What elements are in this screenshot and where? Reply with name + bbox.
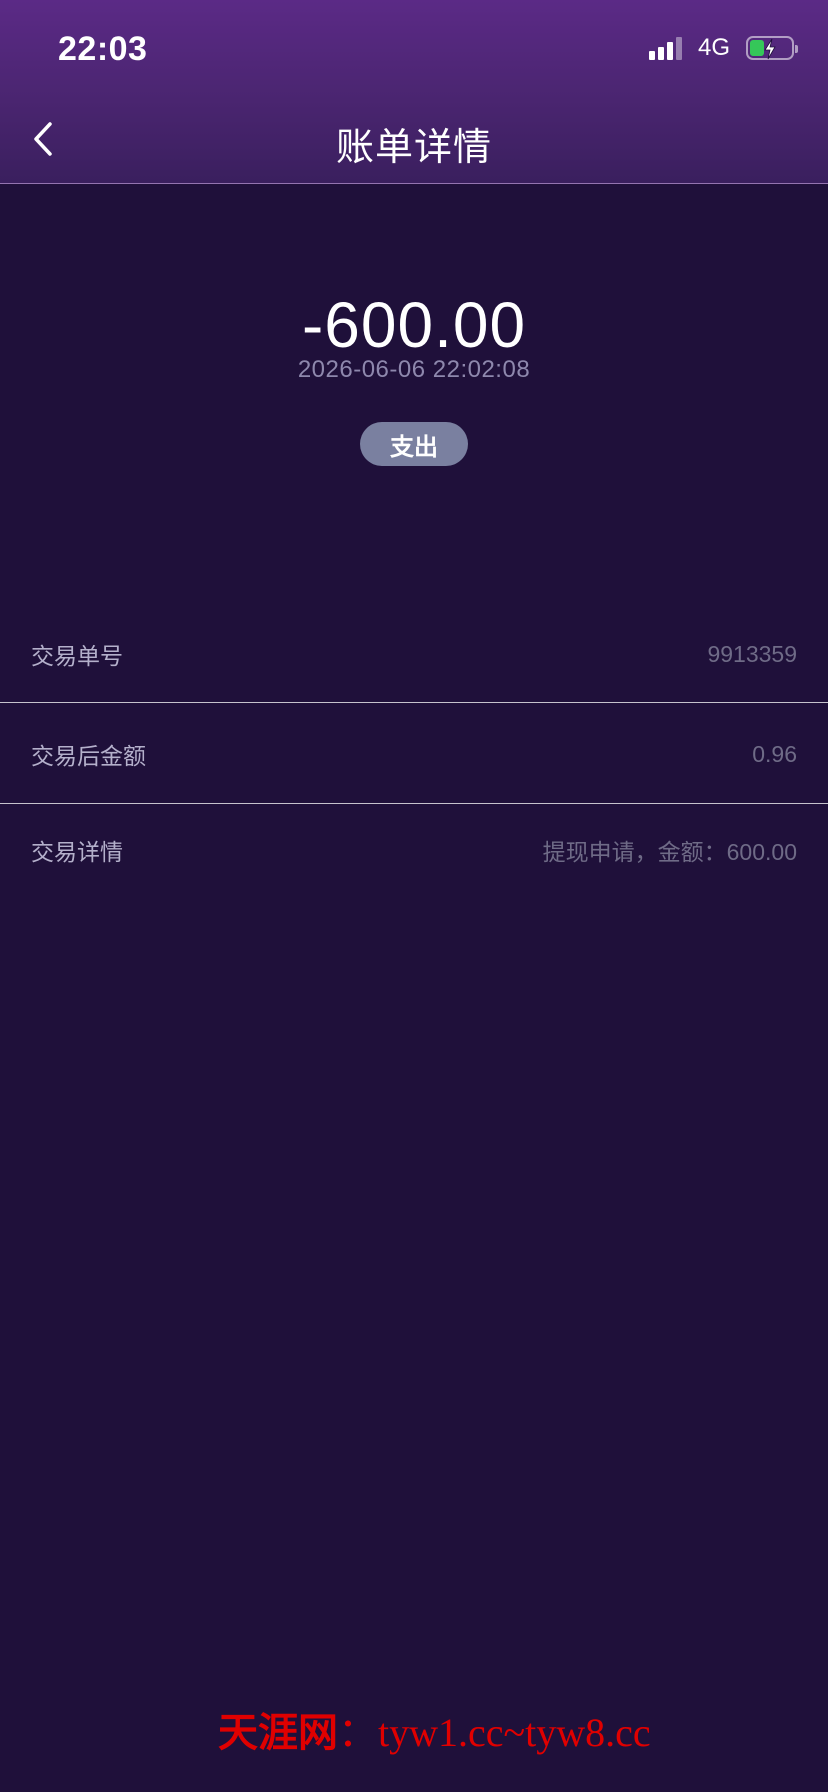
detail-row-balance-after: 交易后金额 0.96 bbox=[0, 734, 828, 774]
page-title: 账单详情 bbox=[335, 127, 492, 169]
detail-label: 交易单号 bbox=[31, 643, 123, 669]
cellular-signal-icon bbox=[648, 36, 682, 60]
detail-value: 9913359 bbox=[707, 640, 797, 667]
divider bbox=[0, 803, 828, 804]
transaction-type-badge: 支出 bbox=[360, 422, 468, 466]
watermark-site-name: 天涯网 bbox=[218, 1710, 338, 1755]
watermark-domains: ：tyw1.cc~tyw8.cc bbox=[338, 1710, 651, 1755]
status-indicators: 4G bbox=[648, 34, 798, 62]
top-header: 22:03 4G 账单详情 bbox=[0, 0, 828, 184]
detail-row-description: 交易详情 提现申请，金额：600.00 bbox=[0, 830, 828, 870]
battery-charging-icon bbox=[746, 36, 798, 60]
detail-value: 0.96 bbox=[752, 740, 797, 767]
detail-label: 交易详情 bbox=[31, 839, 123, 865]
network-type: 4G bbox=[697, 34, 730, 61]
transaction-datetime: 2026-06-06 22:02:08 bbox=[297, 356, 531, 383]
divider bbox=[0, 702, 828, 703]
detail-label: 交易后金额 bbox=[31, 743, 146, 769]
status-time: 22:03 bbox=[58, 30, 148, 68]
transaction-amount: -600.00 bbox=[301, 289, 527, 361]
detail-row-order-id: 交易单号 9913359 bbox=[0, 634, 828, 674]
detail-value: 提现申请，金额：600.00 bbox=[542, 839, 797, 865]
watermark: 天涯网：tyw1.cc~tyw8.cc bbox=[218, 1700, 651, 1758]
